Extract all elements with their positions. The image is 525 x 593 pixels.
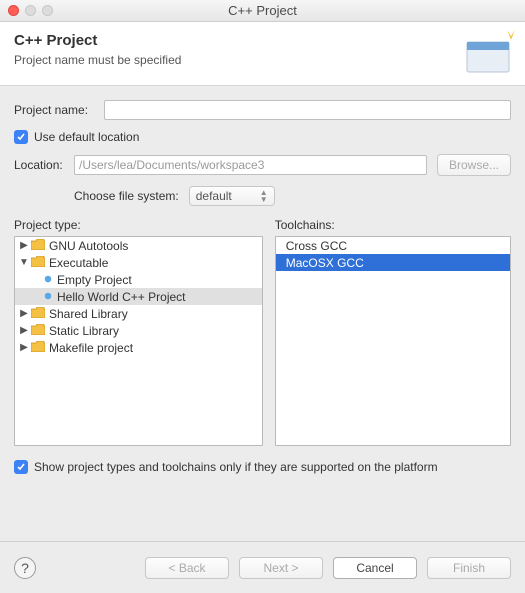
- tree-item-label: Shared Library: [49, 307, 128, 321]
- toolchain-item[interactable]: Cross GCC: [276, 237, 510, 254]
- tree-item[interactable]: Hello World C++ Project: [15, 288, 262, 305]
- tree-folder[interactable]: ▶ Makefile project: [15, 339, 262, 356]
- project-name-input[interactable]: [104, 100, 511, 120]
- filter-label: Show project types and toolchains only i…: [34, 460, 438, 474]
- tree-item-label: Executable: [49, 256, 108, 270]
- folder-icon: [31, 239, 45, 253]
- project-name-label: Project name:: [14, 103, 104, 117]
- disclosure-closed-icon[interactable]: ▶: [19, 308, 29, 319]
- location-input: [74, 155, 427, 175]
- use-default-location-label: Use default location: [34, 130, 139, 144]
- traffic-lights: [8, 5, 53, 16]
- checkbox-checked-icon: [14, 460, 28, 474]
- disclosure-closed-icon[interactable]: ▶: [19, 240, 29, 251]
- disclosure-open-icon[interactable]: ▼: [19, 257, 29, 268]
- filter-checkbox[interactable]: Show project types and toolchains only i…: [14, 460, 511, 474]
- location-label: Location:: [14, 158, 74, 172]
- tree-folder[interactable]: ▶ GNU Autotools: [15, 237, 262, 254]
- tree-folder[interactable]: ▶ Static Library: [15, 322, 262, 339]
- help-icon: ?: [21, 560, 29, 576]
- choose-fs-label: Choose file system:: [74, 189, 179, 203]
- project-type-label: Project type:: [14, 218, 263, 232]
- toolchains-list[interactable]: Cross GCCMacOSX GCC: [275, 236, 511, 446]
- tree-item[interactable]: Empty Project: [15, 271, 262, 288]
- window-title: C++ Project: [228, 3, 297, 18]
- tree-folder[interactable]: ▼ Executable: [15, 254, 262, 271]
- titlebar: C++ Project: [0, 0, 525, 22]
- tree-folder[interactable]: ▶ Shared Library: [15, 305, 262, 322]
- tree-item-label: Makefile project: [49, 341, 133, 355]
- use-default-location-checkbox[interactable]: Use default location: [14, 130, 511, 144]
- updown-icon: ▲▼: [260, 189, 268, 203]
- next-button: Next >: [239, 557, 323, 579]
- folder-icon: [31, 341, 45, 355]
- tree-item-label: Hello World C++ Project: [57, 290, 186, 304]
- filesystem-value: default: [196, 189, 232, 203]
- cancel-button[interactable]: Cancel: [333, 557, 417, 579]
- minimize-icon[interactable]: [25, 5, 36, 16]
- folder-icon: [31, 307, 45, 321]
- wizard-icon: [461, 26, 517, 78]
- project-type-tree[interactable]: ▶ GNU Autotools ▼ Executable Empty Project He…: [14, 236, 263, 446]
- checkbox-checked-icon: [14, 130, 28, 144]
- zoom-icon[interactable]: [42, 5, 53, 16]
- folder-icon: [31, 256, 45, 270]
- tree-item-label: GNU Autotools: [49, 239, 128, 253]
- page-subtitle: Project name must be specified: [14, 53, 511, 67]
- page-title: C++ Project: [14, 32, 511, 49]
- wizard-footer: ? < Back Next > Cancel Finish: [0, 541, 525, 593]
- close-icon[interactable]: [8, 5, 19, 16]
- wizard-body: Project name: Use default location Locat…: [0, 86, 525, 492]
- tree-item-label: Empty Project: [57, 273, 132, 287]
- finish-button: Finish: [427, 557, 511, 579]
- project-leaf-icon: [43, 273, 53, 287]
- browse-button: Browse...: [437, 154, 511, 176]
- tree-item-label: Static Library: [49, 324, 119, 338]
- back-button: < Back: [145, 557, 229, 579]
- project-leaf-icon: [43, 290, 53, 304]
- toolchains-label: Toolchains:: [275, 218, 511, 232]
- disclosure-closed-icon[interactable]: ▶: [19, 325, 29, 336]
- disclosure-closed-icon[interactable]: ▶: [19, 342, 29, 353]
- help-button[interactable]: ?: [14, 557, 36, 579]
- folder-icon: [31, 324, 45, 338]
- toolchain-item[interactable]: MacOSX GCC: [276, 254, 510, 271]
- filesystem-select[interactable]: default ▲▼: [189, 186, 275, 206]
- wizard-header: C++ Project Project name must be specifi…: [0, 22, 525, 86]
